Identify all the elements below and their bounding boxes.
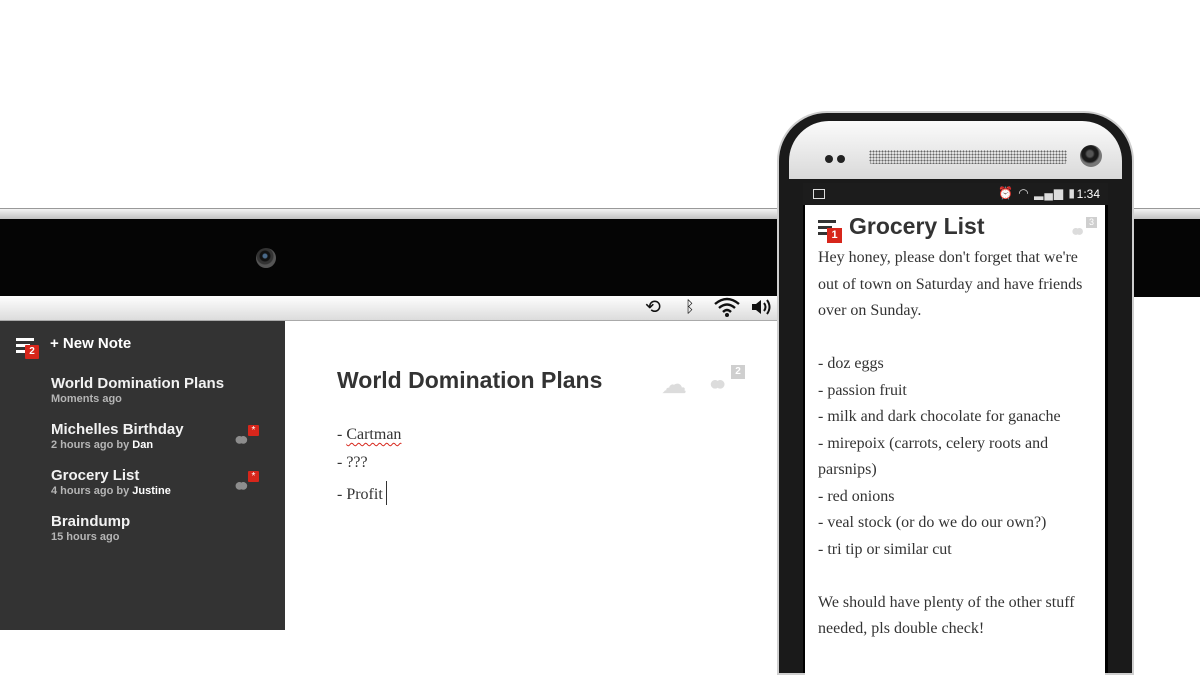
speaker-grille xyxy=(869,150,1067,164)
list-item: - tri tip or similar cut xyxy=(818,540,952,558)
note-line: - Cartman xyxy=(337,426,402,443)
note-paragraph: Hey honey, please don't forget that we'r… xyxy=(818,249,1083,319)
note-body[interactable]: - Cartman - ??? - Profit xyxy=(337,425,401,509)
sensor-icon xyxy=(825,155,833,163)
list-item: - veal stock (or do we do our own?) xyxy=(818,514,1047,531)
phone-device: ⏰ ◠ ▂▄▆ ▮ 1:34 1 Grocery List ●● 3 Hey h… xyxy=(779,113,1132,675)
note-list-item[interactable]: Braindump 15 hours ago xyxy=(51,513,271,543)
list-item: - passion fruit xyxy=(818,381,907,399)
notes-menu-icon[interactable]: 2 xyxy=(16,337,39,359)
shared-collaborators-icon[interactable]: ●● * xyxy=(234,471,262,494)
note-timestamp: 15 hours ago xyxy=(51,531,120,543)
phone-status-bar: ⏰ ◠ ▂▄▆ ▮ 1:34 xyxy=(803,183,1108,205)
note-paragraph: We should have plenty of the other stuff… xyxy=(818,593,1075,638)
note-title-heading[interactable]: Grocery List xyxy=(849,213,985,240)
share-collaborators-icon[interactable]: ●● 3 xyxy=(1071,217,1101,240)
note-editor[interactable]: World Domination Plans ☁ ●● 2 - Cartman … xyxy=(285,321,790,630)
sensor-icon xyxy=(837,155,845,163)
notes-menu-icon[interactable]: 1 xyxy=(818,219,844,243)
unread-badge: 2 xyxy=(25,345,39,359)
volume-icon[interactable] xyxy=(750,297,774,323)
system-status-bar: ⟲ ᛒ xyxy=(0,296,790,321)
note-line: - Profit xyxy=(337,481,401,509)
bluetooth-icon[interactable]: ᛒ xyxy=(685,297,695,319)
note-title: Braindump xyxy=(51,513,131,530)
note-timestamp: Moments ago xyxy=(51,393,122,405)
history-icon[interactable]: ⟲ xyxy=(645,297,661,319)
clock: 1:34 xyxy=(1076,187,1100,201)
phone-top-bezel xyxy=(789,121,1122,179)
share-count-badge: 3 xyxy=(1086,217,1097,228)
text-cursor xyxy=(385,481,387,505)
phone-screen: ⏰ ◠ ▂▄▆ ▮ 1:34 1 Grocery List ●● 3 Hey h… xyxy=(803,183,1108,675)
image-notification-icon xyxy=(813,189,825,199)
share-collaborators-icon[interactable]: ●● 2 xyxy=(709,365,749,395)
note-line: - ??? xyxy=(337,454,368,471)
note-title-heading[interactable]: World Domination Plans xyxy=(337,367,602,394)
webcam-icon xyxy=(256,248,276,268)
shared-collaborators-icon[interactable]: ●● * xyxy=(234,425,262,448)
misspelled-word[interactable]: Cartman xyxy=(346,426,401,443)
wifi-icon[interactable] xyxy=(713,297,741,323)
status-icons: ⏰ ◠ ▂▄▆ ▮ xyxy=(998,186,1076,200)
cloud-sync-icon[interactable]: ☁ xyxy=(661,369,687,400)
list-item: - mirepoix (carrots, celery roots and pa… xyxy=(818,434,1049,479)
list-item: - milk and dark chocolate for ganache xyxy=(818,408,1061,425)
notes-sidebar: 2 + New Note World Domination Plans Mome… xyxy=(0,321,285,630)
note-body[interactable]: Hey honey, please don't forget that we'r… xyxy=(818,245,1098,643)
unread-badge: 1 xyxy=(827,228,842,243)
phone-note-view: 1 Grocery List ●● 3 Hey honey, please do… xyxy=(805,205,1105,675)
new-note-button[interactable]: + New Note xyxy=(50,335,131,352)
front-camera-icon xyxy=(1080,145,1102,167)
note-list-item[interactable]: World Domination Plans Moments ago xyxy=(51,375,271,405)
list-item: - doz eggs xyxy=(818,355,884,372)
note-title: World Domination Plans xyxy=(51,375,225,392)
list-item: - red onions xyxy=(818,487,895,505)
share-count-badge: 2 xyxy=(731,365,745,379)
